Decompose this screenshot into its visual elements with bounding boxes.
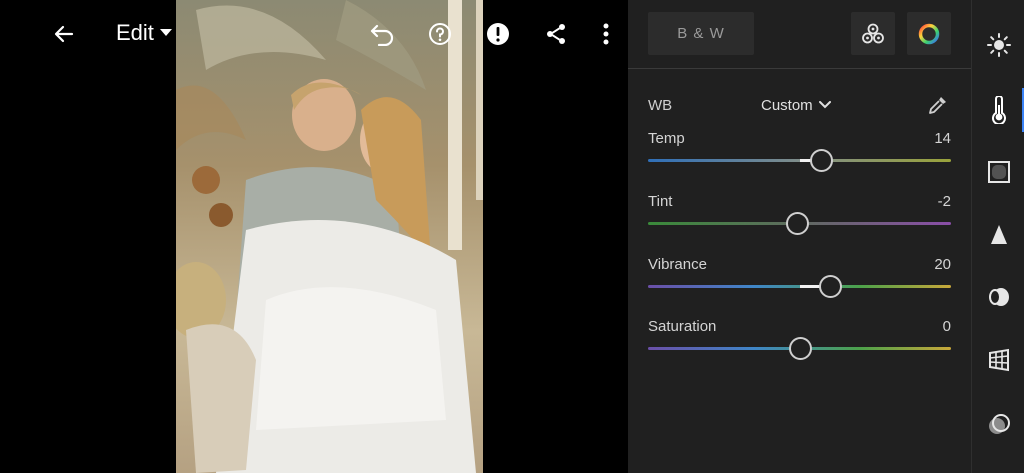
photo-canvas[interactable]: Edit	[0, 0, 628, 473]
white-balance-row: WB Custom	[648, 92, 951, 118]
temp-slider-group: Temp 14	[648, 130, 951, 180]
caret-down-icon	[159, 29, 172, 36]
wedding-couple-photo	[176, 0, 483, 473]
presets-icon	[988, 414, 1010, 434]
tool-geometry[interactable]	[972, 338, 1024, 382]
more-vertical-icon	[603, 23, 609, 45]
saturation-value: 0	[942, 318, 951, 335]
saturation-label: Saturation	[648, 318, 717, 335]
tool-light[interactable]	[972, 23, 1024, 67]
tool-color[interactable]	[972, 88, 1024, 132]
tint-slider-group: Tint -2	[648, 193, 951, 243]
edit-mode-dropdown[interactable]: Edit	[116, 20, 172, 46]
color-adjust-panel: B & W WB Custom Temp 14 Tint -2 Vibrance…	[628, 0, 971, 473]
vibrance-value: 20	[934, 256, 951, 273]
temp-value: 14	[934, 130, 951, 147]
photo-preview[interactable]	[176, 0, 483, 473]
color-grading-icon	[862, 23, 884, 43]
top-toolbar: Edit	[0, 0, 628, 68]
detail-icon	[990, 225, 1007, 244]
help-button[interactable]	[424, 18, 456, 50]
panel-header: B & W	[628, 0, 971, 69]
color-icon	[991, 96, 1006, 124]
wb-preset-dropdown[interactable]: Custom	[761, 97, 831, 114]
eyedropper-icon	[929, 97, 946, 114]
edit-mode-label: Edit	[116, 20, 154, 45]
edit-tool-rail	[971, 0, 1024, 473]
geometry-icon	[988, 348, 1009, 372]
optics-icon	[988, 288, 1009, 306]
effects-icon	[987, 161, 1010, 183]
back-button[interactable]	[48, 18, 80, 50]
alert-icon	[487, 23, 509, 45]
tool-effects[interactable]	[972, 150, 1024, 194]
saturation-slider-thumb[interactable]	[788, 337, 812, 360]
more-options-button[interactable]	[590, 18, 622, 50]
tint-slider-thumb[interactable]	[786, 212, 810, 235]
black-white-button[interactable]: B & W	[648, 12, 754, 55]
undo-icon	[370, 24, 394, 46]
color-wheel-icon	[918, 23, 940, 44]
chevron-down-icon	[818, 101, 831, 109]
tint-label: Tint	[648, 193, 673, 210]
alert-button[interactable]	[482, 18, 514, 50]
color-mix-button[interactable]	[907, 12, 951, 55]
share-button[interactable]	[540, 18, 572, 50]
tint-value: -2	[937, 193, 951, 210]
black-white-label: B & W	[677, 25, 725, 42]
light-icon	[986, 33, 1011, 57]
undo-button[interactable]	[366, 18, 398, 50]
wb-label: WB	[648, 96, 673, 114]
share-icon	[547, 24, 565, 44]
color-grading-button[interactable]	[851, 12, 895, 55]
wb-eyedropper-button[interactable]	[925, 92, 951, 118]
saturation-slider-group: Saturation 0	[648, 318, 951, 368]
arrow-left-icon	[54, 25, 74, 43]
wb-preset-value: Custom	[761, 96, 813, 114]
tool-presets[interactable]	[972, 403, 1024, 447]
temp-slider-thumb[interactable]	[810, 149, 834, 172]
vibrance-slider-group: Vibrance 20	[648, 256, 951, 306]
help-icon	[429, 23, 451, 45]
tool-detail[interactable]	[972, 213, 1024, 257]
temp-label: Temp	[648, 130, 685, 147]
tool-optics[interactable]	[972, 275, 1024, 319]
vibrance-label: Vibrance	[648, 256, 707, 273]
vibrance-slider-thumb[interactable]	[819, 275, 843, 298]
